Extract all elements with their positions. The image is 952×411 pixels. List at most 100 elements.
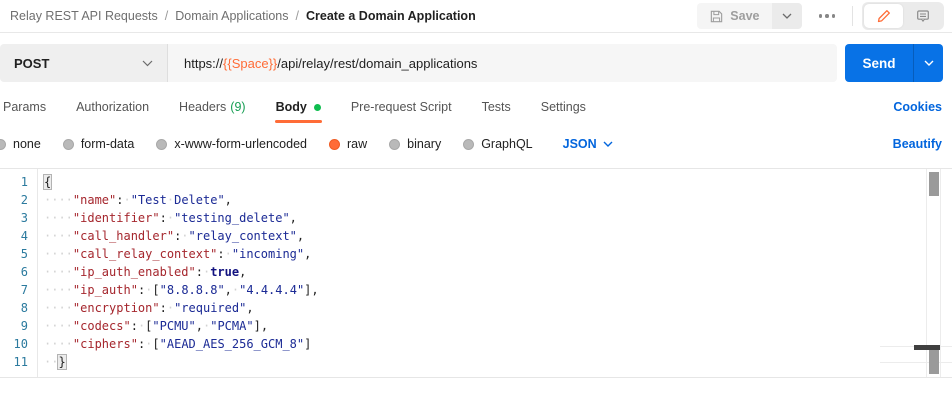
breadcrumb: Relay REST API Requests/Domain Applicati… xyxy=(10,9,476,23)
method-label: POST xyxy=(14,56,49,71)
cookies-link[interactable]: Cookies xyxy=(893,100,942,114)
tab-label: Body xyxy=(276,100,307,114)
body-mode-x-www-form-urlencoded[interactable]: x-www-form-urlencoded xyxy=(156,137,307,151)
code-token: ], xyxy=(304,283,318,297)
code-token: · xyxy=(225,247,232,261)
code-token: "8.8.8.8" xyxy=(160,283,225,297)
code-token: "AEAD_AES_256_GCM_8" xyxy=(160,337,305,351)
line-number: 2 xyxy=(0,191,37,209)
code-token: "incoming" xyxy=(232,247,304,261)
editor-gutter: 1234567891011 xyxy=(0,169,38,377)
tab-body[interactable]: Body xyxy=(275,93,322,121)
tab-modified-dot-icon xyxy=(314,104,321,111)
beautify-link[interactable]: Beautify xyxy=(893,137,942,151)
body-mode-raw[interactable]: raw xyxy=(329,137,367,151)
code-token: : xyxy=(217,247,224,261)
more-options-button[interactable] xyxy=(811,8,844,24)
code-token: , xyxy=(196,319,203,333)
save-button[interactable]: Save xyxy=(697,3,771,29)
code-line[interactable]: { xyxy=(44,173,920,191)
code-line[interactable]: ··} xyxy=(44,353,920,371)
raw-body-editor[interactable]: 1234567891011 {····"name":·"Test·Delete"… xyxy=(0,168,952,378)
code-token: "name" xyxy=(73,193,116,207)
tab-label: Authorization xyxy=(76,100,149,114)
code-token: : xyxy=(196,265,203,279)
code-token: "ip_auth" xyxy=(73,283,138,297)
code-token: "ip_auth_enabled" xyxy=(73,265,196,279)
send-button[interactable]: Send xyxy=(845,44,914,82)
save-button-group: Save xyxy=(697,3,801,29)
code-token: ···· xyxy=(44,229,73,243)
tab-settings[interactable]: Settings xyxy=(540,93,587,121)
code-line[interactable]: ····"ip_auth_enabled":·true, xyxy=(44,263,920,281)
language-selector[interactable]: JSON xyxy=(563,137,613,151)
line-number: 9 xyxy=(0,317,37,335)
radio-icon xyxy=(329,139,340,150)
body-mode-form-data[interactable]: form-data xyxy=(63,137,135,151)
body-mode-label: x-www-form-urlencoded xyxy=(174,137,307,151)
edit-pencil-icon xyxy=(876,8,892,24)
scrollbar-thumb[interactable] xyxy=(929,350,939,374)
radio-icon xyxy=(463,139,474,150)
tab-label: Pre-request Script xyxy=(351,100,452,114)
body-mode-none[interactable]: none xyxy=(0,137,41,151)
header-toolbar: Save xyxy=(697,2,944,30)
method-url-group: POST https://{{Space}}/api/relay/rest/do… xyxy=(0,44,837,82)
edit-comment-toggle xyxy=(862,2,944,30)
code-line[interactable]: ····"name":·"Test·Delete", xyxy=(44,191,920,209)
breadcrumb-item-domain-applications[interactable]: Domain Applications xyxy=(175,9,288,23)
code-token: ···· xyxy=(44,193,73,207)
tab-label: Settings xyxy=(541,100,586,114)
comment-mode-button[interactable] xyxy=(903,4,942,28)
url-input[interactable]: https://{{Space}}/api/relay/rest/domain_… xyxy=(168,44,837,82)
line-number: 4 xyxy=(0,227,37,245)
code-line[interactable]: ····"call_relay_context":·"incoming", xyxy=(44,245,920,263)
body-mode-label: none xyxy=(13,137,41,151)
code-line[interactable]: ····"ip_auth":·["8.8.8.8",·"4.4.4.4"], xyxy=(44,281,920,299)
tab-params[interactable]: Params xyxy=(2,93,47,121)
header-bar: Relay REST API Requests/Domain Applicati… xyxy=(0,0,952,33)
code-token: Delete" xyxy=(174,193,225,207)
code-token: "PCMA" xyxy=(210,319,253,333)
tab-tests[interactable]: Tests xyxy=(481,93,512,121)
language-label: JSON xyxy=(563,137,597,151)
code-token: · xyxy=(181,229,188,243)
breadcrumb-item-create-a-domain-application[interactable]: Create a Domain Application xyxy=(306,9,476,23)
editor-code-area[interactable]: {····"name":·"Test·Delete",····"identifi… xyxy=(44,169,920,371)
code-line[interactable]: ····"ciphers":·["AEAD_AES_256_GCM_8"] xyxy=(44,335,920,353)
send-button-label: Send xyxy=(862,56,895,71)
send-options-chevron-button[interactable] xyxy=(914,44,943,82)
body-mode-binary[interactable]: binary xyxy=(389,137,441,151)
radio-icon xyxy=(63,139,74,150)
tab-headers[interactable]: Headers(9) xyxy=(178,93,247,121)
code-token: : xyxy=(116,193,123,207)
tabs-list: Params Authorization Headers(9) Body Pre-req… xyxy=(2,93,615,121)
breadcrumb-item-relay-rest-api-requests[interactable]: Relay REST API Requests xyxy=(10,9,158,23)
save-options-chevron-button[interactable] xyxy=(772,3,802,29)
code-token: "4.4.4.4" xyxy=(239,283,304,297)
code-line[interactable]: ····"call_handler":·"relay_context", xyxy=(44,227,920,245)
code-token: ·· xyxy=(44,355,58,369)
code-token: "ciphers" xyxy=(73,337,138,351)
scrollbar-thumb[interactable] xyxy=(929,172,939,196)
code-token: · xyxy=(124,193,131,207)
code-token: "Test xyxy=(131,193,167,207)
line-number: 3 xyxy=(0,209,37,227)
tab-label: Headers xyxy=(179,100,226,114)
method-selector[interactable]: POST xyxy=(0,44,168,82)
code-line[interactable]: ····"identifier":·"testing_delete", xyxy=(44,209,920,227)
code-token: ···· xyxy=(44,337,73,351)
tab-authorization[interactable]: Authorization xyxy=(75,93,150,121)
request-tabs: Params Authorization Headers(9) Body Pre-req… xyxy=(0,92,952,122)
code-line[interactable]: ····"encryption":·"required", xyxy=(44,299,920,317)
body-mode-list: none form-data x-www-form-urlencoded raw bin… xyxy=(0,137,555,151)
body-mode-graphql[interactable]: GraphQL xyxy=(463,137,532,151)
chevron-down-icon xyxy=(603,141,613,147)
code-token: ···· xyxy=(44,283,73,297)
code-token: "identifier" xyxy=(73,211,160,225)
code-token: : xyxy=(160,301,167,315)
tab-pre-request-script[interactable]: Pre-request Script xyxy=(350,93,453,121)
code-token: "call_handler" xyxy=(73,229,174,243)
code-line[interactable]: ····"codecs":·["PCMU",·"PCMA"], xyxy=(44,317,920,335)
edit-mode-button[interactable] xyxy=(864,4,903,28)
